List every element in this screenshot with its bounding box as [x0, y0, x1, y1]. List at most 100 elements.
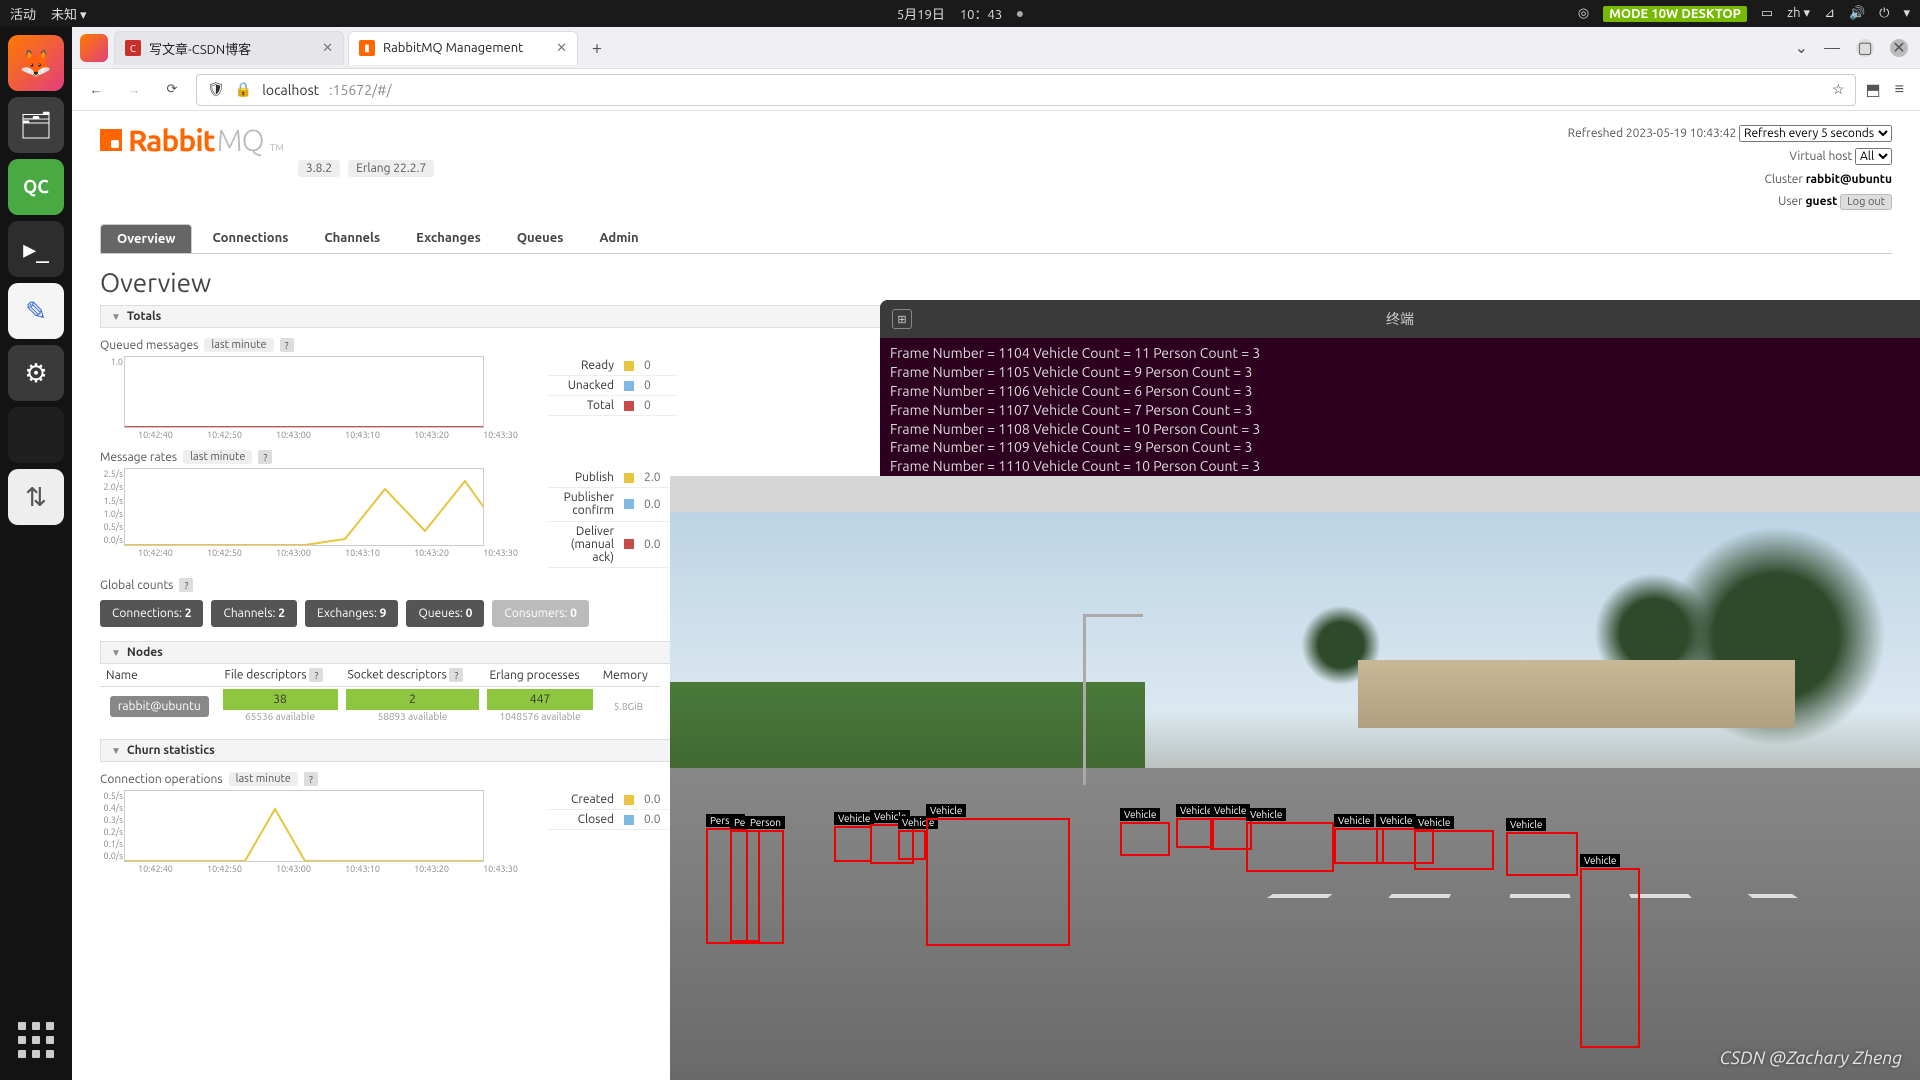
detection-label: Vehicle [1210, 804, 1250, 817]
main-tabs: Overview Connections Channels Exchanges … [100, 224, 1892, 254]
terminal-output: Frame Number = 1104 Vehicle Count = 11 P… [880, 338, 1920, 482]
help-icon[interactable]: ? [309, 668, 323, 682]
battery-icon[interactable]: ▭ [1761, 6, 1773, 21]
terminal-title: 终端 [1386, 309, 1414, 329]
logo-icon [100, 129, 122, 151]
favicon-rabbitmq: ▮ [359, 40, 375, 56]
maximize-button[interactable]: ▢ [1856, 39, 1874, 57]
help-icon[interactable]: ? [449, 668, 463, 682]
tab-channels[interactable]: Channels [308, 224, 396, 253]
detection-bbox: Vehicle [1120, 822, 1170, 856]
erlang-badge: Erlang 22.2.7 [348, 160, 434, 177]
detection-label: Vehicle [1334, 814, 1374, 827]
version-badge: 3.8.2 [298, 160, 340, 177]
legend-queued: Ready0 Unacked0 Total0 [548, 356, 678, 416]
dock-texteditor[interactable]: ✎ [8, 283, 64, 339]
tab-connections[interactable]: Connections [196, 224, 304, 253]
help-icon[interactable]: ? [258, 450, 272, 464]
legend-rates: Publish2.0 Publisher confirm0.0 Deliver … [548, 468, 678, 568]
system-topbar: 活动 未知 ▾ 5月19日 10：43 ◎ MODE 10W DESKTOP ▭… [0, 0, 1920, 27]
count-consumers[interactable]: Consumers: 0 [492, 600, 589, 627]
bookmark-icon[interactable]: ☆ [1832, 81, 1845, 98]
terminal-window[interactable]: ⊞ 终端 Frame Number = 1104 Vehicle Count =… [880, 300, 1920, 488]
rabbitmq-logo: RabbitMQTM [100, 123, 284, 157]
detection-label: Vehicle [1120, 808, 1160, 821]
tab-admin[interactable]: Admin [583, 224, 654, 253]
new-tab-icon[interactable]: ⊞ [892, 309, 912, 329]
detection-bbox: Vehicle [1580, 868, 1640, 1048]
dock-app[interactable] [8, 407, 64, 463]
app-menu[interactable]: 未知 ▾ [51, 4, 87, 23]
dock-show-apps[interactable] [8, 1012, 64, 1068]
power-icon[interactable]: ⏻ [1879, 6, 1889, 21]
url-bar[interactable]: 🛡 🔒 localhost:15672/#/ ☆ [196, 74, 1856, 106]
detection-bbox: Vehicle [834, 826, 872, 862]
dock-files[interactable]: 🗂 [8, 97, 64, 153]
terminal-titlebar[interactable]: ⊞ 终端 [880, 300, 1920, 338]
detection-bbox: Vehicle [926, 818, 1070, 946]
table-row: rabbit@ubuntu 3865536 available 258893 a… [100, 687, 660, 726]
detection-label: Vehicle [1376, 814, 1416, 827]
detection-label: Vehicle [834, 812, 874, 825]
logout-button[interactable]: Log out [1840, 194, 1892, 210]
close-icon[interactable]: ✕ [556, 41, 567, 56]
tab-overview[interactable]: Overview [100, 224, 192, 253]
chart-rates: 2.5/s2.0/s1.5/s1.0/s0.5/s0.0/s [124, 468, 484, 546]
detection-bbox: Vehicle [1176, 818, 1214, 848]
chart-churn: 0.5/s0.4/s0.3/s0.2/s0.1/s0.0/s [124, 790, 484, 862]
dock-qtcreator[interactable]: QC [8, 159, 64, 215]
sysmenu-chevron-icon[interactable]: ▾ [1903, 6, 1910, 21]
nvidia-badge: MODE 10W DESKTOP [1603, 6, 1747, 22]
browser-tab-rabbitmq[interactable]: ▮ RabbitMQ Management ✕ [348, 31, 578, 65]
detection-video-window[interactable]: PersonPersonPersonVehicleVehicleVehicleV… [670, 476, 1920, 1080]
vhost-select[interactable]: All [1855, 148, 1892, 165]
wifi-icon[interactable]: ⊿ [1824, 6, 1835, 21]
url-path: :15672/#/ [329, 82, 391, 98]
tabs-dropdown-icon[interactable]: ⌄ [1795, 38, 1808, 57]
menu-icon[interactable]: ≡ [1895, 80, 1904, 99]
new-tab-button[interactable]: + [582, 33, 612, 63]
detection-label: Vehicle [1580, 854, 1620, 867]
nodes-table: Name File descriptors ? Socket descripto… [100, 664, 660, 725]
clock[interactable]: 5月19日 10：43 [897, 4, 1023, 23]
dock: 🦊 🗂 QC ▸_ ✎ ⚙ ⇅ [0, 27, 72, 1080]
volume-icon[interactable]: 🔊 [1849, 6, 1865, 21]
chart-queued: 1.0 [124, 356, 484, 428]
help-icon[interactable]: ? [304, 772, 318, 786]
reload-button[interactable]: ⟳ [158, 76, 186, 104]
browser-tab-csdn[interactable]: C 写文章-CSDN博客 ✕ [114, 31, 344, 65]
count-channels[interactable]: Channels: 2 [211, 600, 297, 627]
detection-label: Vehicle [1414, 816, 1454, 829]
tab-strip: C 写文章-CSDN博客 ✕ ▮ RabbitMQ Management ✕ +… [72, 27, 1920, 69]
detection-label: Vehicle [1246, 808, 1286, 821]
help-icon[interactable]: ? [280, 338, 294, 352]
accessibility-icon[interactable]: ◎ [1578, 6, 1589, 21]
dock-terminal[interactable]: ▸_ [8, 221, 64, 277]
shield-icon[interactable]: 🛡 [207, 81, 225, 98]
back-button[interactable]: ← [82, 76, 110, 104]
minimize-button[interactable]: — [1824, 39, 1840, 57]
ime-indicator[interactable]: zh ▾ [1787, 6, 1810, 21]
video-titlebar[interactable] [670, 476, 1920, 512]
dock-settings[interactable]: ⚙ [8, 345, 64, 401]
refresh-select[interactable]: Refresh every 5 seconds [1739, 125, 1892, 142]
close-icon[interactable]: ✕ [322, 41, 333, 56]
lock-icon[interactable]: 🔒 [235, 81, 252, 98]
tab-label: RabbitMQ Management [383, 41, 523, 55]
detection-label: Vehicle [926, 804, 966, 817]
help-icon[interactable]: ? [179, 578, 193, 592]
count-exchanges[interactable]: Exchanges: 9 [305, 600, 398, 627]
node-link[interactable]: rabbit@ubuntu [110, 696, 209, 717]
close-window-button[interactable]: ✕ [1890, 39, 1908, 57]
dock-usb[interactable]: ⇅ [8, 469, 64, 525]
count-queues[interactable]: Queues: 0 [406, 600, 484, 627]
page-title: Overview [100, 268, 1892, 297]
pocket-icon[interactable]: ⬒ [1866, 80, 1881, 99]
dock-firefox[interactable]: 🦊 [8, 35, 64, 91]
tab-queues[interactable]: Queues [501, 224, 580, 253]
activities-button[interactable]: 活动 [10, 4, 36, 23]
detection-label: Vehicle [1506, 818, 1546, 831]
count-connections[interactable]: Connections: 2 [100, 600, 203, 627]
tab-exchanges[interactable]: Exchanges [400, 224, 497, 253]
forward-button: → [120, 76, 148, 104]
